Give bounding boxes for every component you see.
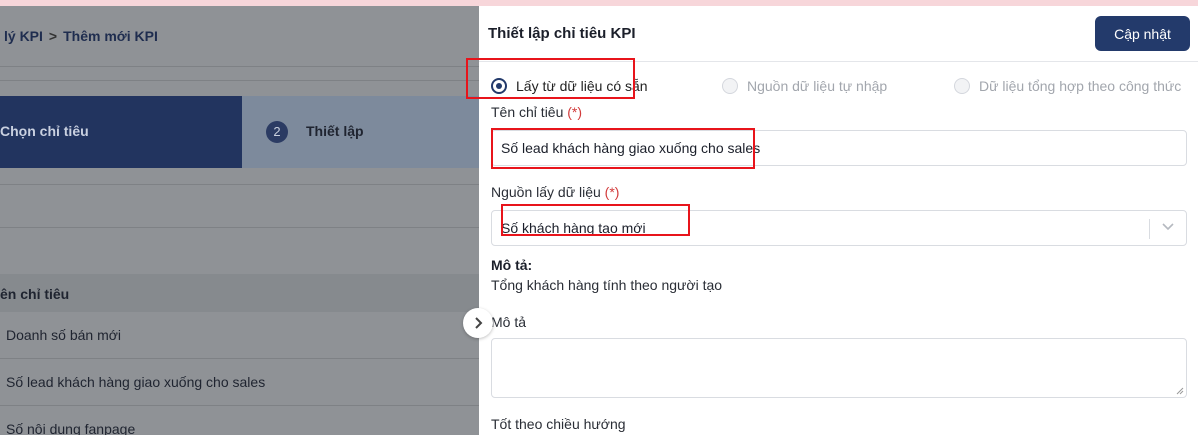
select-divider (1149, 219, 1150, 239)
resize-grip-icon[interactable] (1176, 387, 1184, 395)
update-button[interactable]: Cập nhật (1095, 16, 1190, 51)
step-label: Thiết lập (306, 123, 364, 139)
radio-checked-icon (491, 78, 507, 94)
list-item[interactable]: Số lead khách hàng giao xuống cho sales (0, 359, 479, 406)
radio-manual-data[interactable]: Nguồn dữ liệu tự nhập (722, 76, 887, 96)
kpi-name-column-header: ên chỉ tiêu (0, 274, 479, 312)
data-source-label: Nguồn lấy dữ liệu (*) (491, 184, 619, 200)
chevron-down-icon[interactable] (1161, 222, 1175, 232)
radio-formula-data[interactable]: Dữ liệu tổng hợp theo công thức (954, 76, 1181, 96)
step-number: 2 (266, 121, 288, 143)
note-label: Mô tả (491, 314, 527, 330)
panel-title: Thiết lập chỉ tiêu KPI (488, 25, 636, 42)
divider (0, 227, 479, 228)
header-divider (479, 61, 1198, 62)
divider (0, 66, 479, 67)
breadcrumb-current: Thêm mới KPI (63, 28, 158, 44)
description-title: Mô tả: (491, 257, 533, 273)
divider (0, 184, 479, 185)
list-item[interactable]: Doanh số bán mới (0, 312, 479, 359)
required-mark: (*) (604, 184, 620, 200)
note-textarea[interactable] (491, 338, 1187, 398)
kpi-name-input[interactable]: Số lead khách hàng giao xuống cho sales (491, 130, 1187, 166)
description-text: Tổng khách hàng tính theo người tạo (491, 277, 723, 293)
breadcrumb-parent-link[interactable]: lý KPI (4, 28, 43, 44)
radio-label: Nguồn dữ liệu tự nhập (747, 78, 888, 94)
select-value: Số khách hàng tạo mới (501, 220, 646, 236)
label-text: Tên chỉ tiêu (491, 104, 564, 120)
step-choose-kpi[interactable]: Chọn chỉ tiêu (0, 96, 242, 168)
chevron-right-icon (475, 317, 483, 329)
breadcrumb-separator: > (48, 28, 58, 44)
label-text: Nguồn lấy dữ liệu (491, 184, 601, 200)
step-label: Chọn chỉ tiêu (0, 123, 89, 139)
divider (0, 80, 479, 81)
radio-existing-data[interactable]: Lấy từ dữ liệu có sẵn (491, 76, 648, 96)
input-value: Số lead khách hàng giao xuống cho sales (501, 140, 761, 156)
required-mark: (*) (567, 104, 583, 120)
radio-label: Lấy từ dữ liệu có sẵn (516, 78, 648, 94)
list-item[interactable]: Số nội dung fanpage (0, 406, 479, 435)
direction-label: Tốt theo chiều hướng (491, 416, 626, 432)
step-setup[interactable]: 2 Thiết lập (242, 96, 479, 168)
radio-unchecked-icon (954, 78, 970, 94)
data-source-select[interactable]: Số khách hàng tạo mới (491, 210, 1187, 246)
breadcrumb: lý KPI > Thêm mới KPI (4, 28, 158, 44)
panel-toggle-button[interactable] (463, 308, 493, 338)
kpi-name-label: Tên chỉ tiêu (*) (491, 104, 582, 120)
kpi-settings-panel: Thiết lập chỉ tiêu KPI Cập nhật Lấy từ d… (479, 6, 1198, 435)
radio-unchecked-icon (722, 78, 738, 94)
background-page: lý KPI > Thêm mới KPI Chọn chỉ tiêu 2 Thiế… (0, 6, 479, 435)
radio-label: Dữ liệu tổng hợp theo công thức (979, 78, 1182, 94)
